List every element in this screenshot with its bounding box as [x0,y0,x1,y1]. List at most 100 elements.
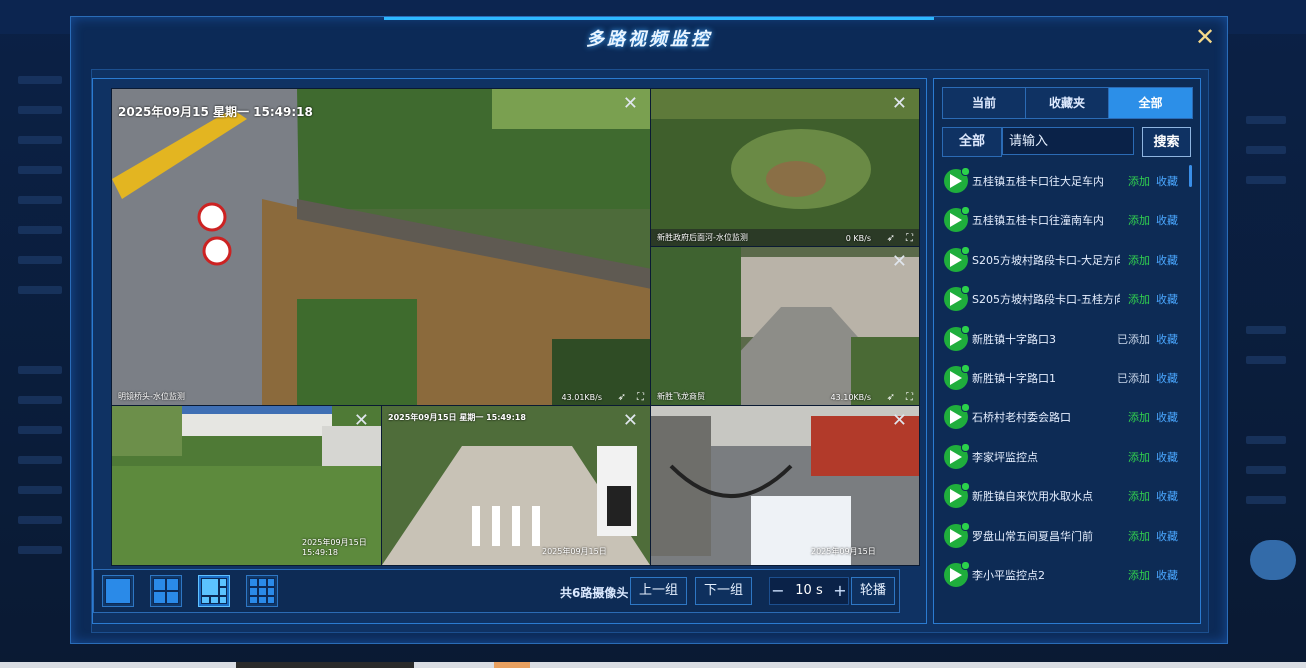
favorite-camera-button[interactable]: 收藏 [1156,173,1178,189]
camera-tile-5[interactable]: 2025年09月15日 星期一 15:49:18 2025年09月15日 ✕ [381,405,651,566]
add-camera-button[interactable]: 添加 [1128,488,1150,504]
layout-3x3-button[interactable] [246,575,278,607]
camera-name[interactable]: 石桥村老村委会路口 [972,409,1120,425]
camera-5-close-button[interactable]: ✕ [623,412,638,430]
camera-list-item[interactable]: 李家坪监控点 添加 收藏 [942,441,1186,473]
add-camera-button[interactable]: 添加 [1128,528,1150,544]
camera-tile-4[interactable]: 2025年09月15日 15:49:18 ✕ [111,405,382,566]
camera-2-bitrate: 0 KB/s [845,234,871,243]
interval-value[interactable]: 10 s [786,578,832,604]
background-left-column [0,36,70,636]
camera-list-item[interactable]: 五桂镇五桂卡口往潼南车内 添加 收藏 [942,204,1186,236]
favorite-camera-button[interactable]: 收藏 [1156,488,1178,504]
favorite-camera-button[interactable]: 收藏 [1156,449,1178,465]
camera-list-tabs: 当前 收藏夹 全部 [942,87,1193,119]
camera-online-icon[interactable] [944,206,970,232]
camera-online-icon[interactable] [944,246,970,272]
interval-increase-button[interactable]: + [832,578,848,604]
camera-list: 五桂镇五桂卡口往大足车内 添加 收藏 五桂镇五桂卡口往潼南车内 添加 收藏 S205方坡村路… [942,165,1186,615]
video-wall: 2025年09月15 星期一 15:49:18 明镜桥头-水位监测 43.01K… [92,78,927,624]
camera-name[interactable]: 新胜镇十字路口3 [972,331,1120,347]
camera-name[interactable]: 罗盘山常五间夏昌华门前 [972,528,1120,544]
camera-tile-3[interactable]: 新胜飞龙商贸 43.10KB/s ✕ ➶ ⛶ [650,246,920,406]
camera-3-fullscreen-icon[interactable]: ⛶ [906,392,913,403]
previous-group-button[interactable]: 上一组 [630,577,688,605]
camera-list-item[interactable]: 罗盘山常五间夏昌华门前 添加 收藏 [942,520,1186,552]
camera-1-close-button[interactable]: ✕ [623,95,638,113]
camera-1-fullscreen-icon[interactable]: ⛶ [637,392,644,403]
camera-list-item[interactable]: S205方坡村路段卡口-大足方向 添加 收藏 [942,244,1186,276]
camera-4-close-button[interactable]: ✕ [354,412,369,430]
add-camera-button[interactable]: 添加 [1128,252,1150,268]
camera-list-item[interactable]: 李小平监控点2 添加 收藏 [942,559,1186,591]
camera-6-close-button[interactable]: ✕ [892,412,907,430]
layout-1plus5-button[interactable] [198,575,230,607]
favorite-camera-button[interactable]: 收藏 [1156,291,1178,307]
camera-online-icon[interactable] [944,443,970,469]
add-camera-button[interactable]: 已添加 [1117,370,1150,386]
camera-name[interactable]: 新胜镇十字路口1 [972,370,1120,386]
tab-current[interactable]: 当前 [943,88,1026,118]
camera-online-icon[interactable] [944,167,970,193]
camera-tile-6[interactable]: 2025年09月15日 ✕ [650,405,920,566]
camera-list-item[interactable]: 新胜镇十字路口1 已添加 收藏 [942,362,1186,394]
camera-online-icon[interactable] [944,403,970,429]
add-camera-button[interactable]: 添加 [1128,567,1150,583]
camera-name[interactable]: S205方坡村路段卡口-大足方向 [972,252,1120,268]
interval-decrease-button[interactable]: − [770,578,786,604]
search-scope-select[interactable]: 全部 [942,127,1002,157]
camera-5-watermark: 2025年09月15日 [542,547,607,556]
favorite-camera-button[interactable]: 收藏 [1156,409,1178,425]
search-input[interactable] [1002,127,1134,155]
favorite-camera-button[interactable]: 收藏 [1156,331,1178,347]
camera-name[interactable]: 李家坪监控点 [972,449,1120,465]
camera-online-icon[interactable] [944,364,970,390]
add-camera-button[interactable]: 添加 [1128,409,1150,425]
layout-1x1-button[interactable] [102,575,134,607]
add-camera-button[interactable]: 添加 [1128,212,1150,228]
camera-name[interactable]: 五桂镇五桂卡口往大足车内 [972,173,1120,189]
camera-3-close-button[interactable]: ✕ [892,253,907,271]
camera-list-item[interactable]: 石桥村老村委会路口 添加 收藏 [942,401,1186,433]
camera-online-icon[interactable] [944,285,970,311]
add-camera-button[interactable]: 添加 [1128,291,1150,307]
camera-1-pointer-icon[interactable]: ➶ [618,392,626,403]
camera-list-item[interactable]: 新胜镇十字路口3 已添加 收藏 [942,323,1186,355]
camera-list-scrollbar[interactable] [1189,165,1192,187]
camera-2-pointer-icon[interactable]: ➶ [887,233,895,244]
camera-name[interactable]: S205方坡村路段卡口-五桂方向 [972,291,1120,307]
camera-online-icon[interactable] [944,482,970,508]
camera-tile-1[interactable]: 2025年09月15 星期一 15:49:18 明镜桥头-水位监测 43.01K… [111,88,651,406]
camera-3-pointer-icon[interactable]: ➶ [887,392,895,403]
favorite-camera-button[interactable]: 收藏 [1156,252,1178,268]
dialog-close-button[interactable]: ✕ [1193,25,1217,49]
camera-list-item[interactable]: S205方坡村路段卡口-五桂方向 添加 收藏 [942,283,1186,315]
chat-assistant-icon[interactable] [1250,540,1296,580]
camera-tile-2[interactable]: 新胜政府后面河-水位监测 0 KB/s ✕ ➶ ⛶ [650,88,920,247]
add-camera-button[interactable]: 添加 [1128,449,1150,465]
camera-list-item[interactable]: 五桂镇五桂卡口往大足车内 添加 收藏 [942,165,1186,197]
search-button[interactable]: 搜索 [1142,127,1191,157]
favorite-camera-button[interactable]: 收藏 [1156,567,1178,583]
camera-online-icon[interactable] [944,522,970,548]
favorite-camera-button[interactable]: 收藏 [1156,370,1178,386]
camera-list-item[interactable]: 新胜镇自来饮用水取水点 添加 收藏 [942,480,1186,512]
rotate-button[interactable]: 轮播 [851,577,896,605]
favorite-camera-button[interactable]: 收藏 [1156,528,1178,544]
camera-online-icon[interactable] [944,325,970,351]
camera-2-fullscreen-icon[interactable]: ⛶ [906,233,913,244]
camera-2-close-button[interactable]: ✕ [892,95,907,113]
tab-favorites[interactable]: 收藏夹 [1026,88,1109,118]
camera-count-text: 共6路摄像头 [560,586,629,600]
camera-online-icon[interactable] [944,561,970,587]
add-camera-button[interactable]: 添加 [1128,173,1150,189]
camera-4-watermark: 2025年09月15日 15:49:18 [302,538,367,557]
layout-2x2-button[interactable] [150,575,182,607]
camera-name[interactable]: 新胜镇自来饮用水取水点 [972,488,1120,504]
tab-all[interactable]: 全部 [1109,88,1192,118]
add-camera-button[interactable]: 已添加 [1117,331,1150,347]
favorite-camera-button[interactable]: 收藏 [1156,212,1178,228]
camera-name[interactable]: 李小平监控点2 [972,567,1120,583]
next-group-button[interactable]: 下一组 [695,577,753,605]
camera-name[interactable]: 五桂镇五桂卡口往潼南车内 [972,212,1120,228]
